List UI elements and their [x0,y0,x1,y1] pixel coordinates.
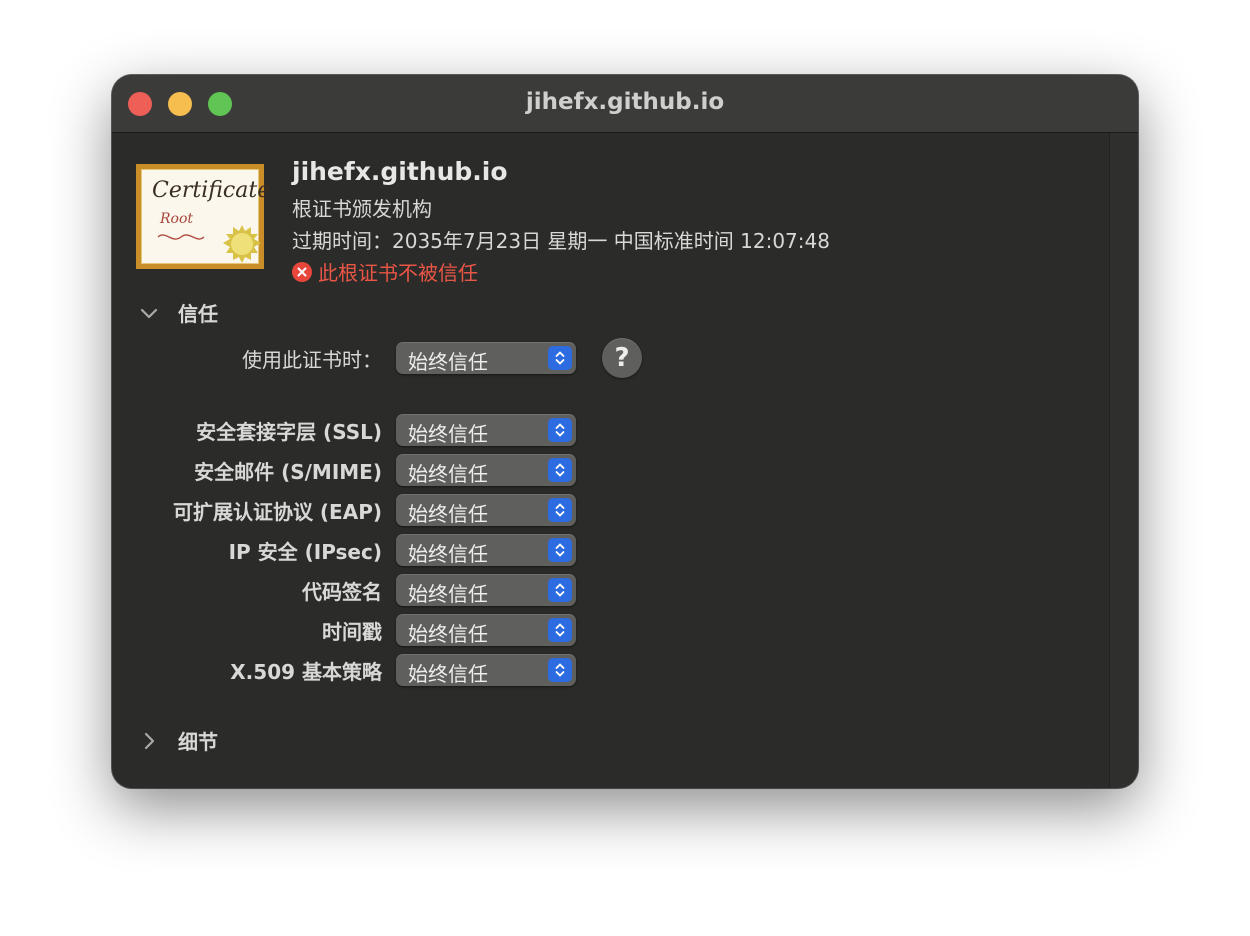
policy-popup[interactable]: 始终信任 [396,534,576,566]
up-down-chevron-icon [548,458,572,482]
trust-warning-text: 此根证书不被信任 [318,261,478,285]
title-bar[interactable]: jihefx.github.io [112,75,1138,133]
policy-popup[interactable]: 始终信任 [396,414,576,446]
up-down-chevron-icon [548,498,572,522]
chevron-down-icon [140,308,158,318]
flourish-icon [157,234,205,240]
up-down-chevron-icon [548,658,572,682]
policy-popup[interactable]: 始终信任 [396,654,576,686]
when-using-label: 使用此证书时： [242,347,382,372]
seal-icon [223,225,261,263]
policy-row: 时间戳 始终信任 [112,614,712,646]
policy-row: IP 安全 (IPsec) 始终信任 [112,534,712,566]
when-using-popup[interactable]: 始终信任 [396,342,576,374]
policy-popup[interactable]: 始终信任 [396,454,576,486]
certificate-window: jihefx.github.io Certificate Root jihefx… [112,75,1138,788]
up-down-chevron-icon [548,346,572,370]
help-button[interactable]: ? [602,338,642,378]
window-title: jihefx.github.io [525,89,725,115]
popup-value: 始终信任 [408,622,488,646]
policy-row: 安全套接字层 (SSL) 始终信任 [112,414,712,446]
certificate-icon-subtitle: Root [160,211,194,227]
popup-value: 始终信任 [408,422,488,446]
up-down-chevron-icon [548,538,572,562]
up-down-chevron-icon [548,578,572,602]
details-section-toggle[interactable]: 细节 [138,726,218,755]
policy-label: IP 安全 (IPsec) [228,539,382,564]
popup-value: 始终信任 [408,582,488,606]
policy-label: 安全邮件 (S/MIME) [194,459,382,484]
trust-warning: 此根证书不被信任 [292,257,478,286]
policy-popup[interactable]: 始终信任 [396,574,576,606]
policy-label: 代码签名 [302,579,382,604]
policy-label: 时间戳 [322,619,382,644]
popup-value: 始终信任 [408,662,488,686]
up-down-chevron-icon [548,418,572,442]
policy-popup[interactable]: 始终信任 [396,494,576,526]
policy-row: X.509 基本策略 始终信任 [112,654,712,686]
policy-label: 安全套接字层 (SSL) [196,419,382,444]
chevron-right-icon [144,732,155,749]
policy-row: 可扩展认证协议 (EAP) 始终信任 [112,494,712,526]
scrollbar-track[interactable] [1109,133,1138,788]
expiry-date: 过期时间：2035年7月23日 星期一 中国标准时间 12:07:48 [292,229,830,253]
policy-label: X.509 基本策略 [230,659,382,684]
policy-popup[interactable]: 始终信任 [396,614,576,646]
certificate-icon-title: Certificate [152,178,271,203]
trust-section-toggle[interactable]: 信任 [138,298,218,327]
certificate-kind: 根证书颁发机构 [292,197,432,221]
up-down-chevron-icon [548,618,572,642]
policy-row: 安全邮件 (S/MIME) 始终信任 [112,454,712,486]
certificate-icon: Certificate Root [136,164,270,269]
details-section-title: 细节 [178,730,218,754]
policy-label: 可扩展认证协议 (EAP) [172,499,382,524]
policy-row: 代码签名 始终信任 [112,574,712,606]
x-circle-icon [292,261,312,282]
popup-value: 始终信任 [408,462,488,486]
popup-value: 始终信任 [408,350,488,374]
popup-value: 始终信任 [408,502,488,526]
trust-section-title: 信任 [178,302,218,326]
certificate-name: jihefx.github.io [292,157,508,186]
popup-value: 始终信任 [408,542,488,566]
